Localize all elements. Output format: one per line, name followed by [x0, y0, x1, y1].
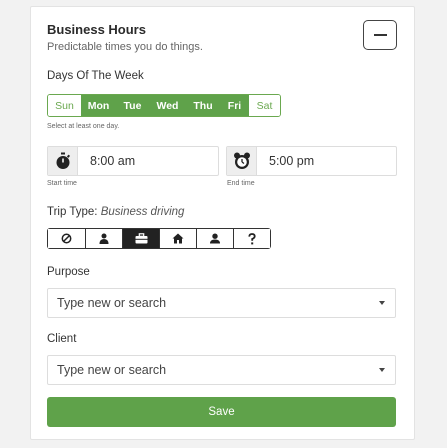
save-button[interactable]: Save: [47, 397, 396, 427]
question-icon: [248, 232, 256, 244]
alarm-clock-icon: [227, 147, 257, 175]
client-label: Client: [47, 333, 77, 345]
day-tue[interactable]: Tue: [116, 95, 149, 116]
trip-option-unknown[interactable]: [233, 229, 270, 248]
business-hours-card: Business Hours Predictable times you do …: [30, 6, 415, 440]
day-mon[interactable]: Mon: [81, 95, 116, 116]
collapse-button[interactable]: [363, 20, 397, 50]
days-hint: Select at least one day.: [47, 123, 120, 130]
minus-icon: [373, 34, 387, 36]
briefcase-icon: [135, 233, 147, 244]
start-time-caption: Start time: [47, 180, 77, 187]
home-icon: [172, 233, 184, 244]
day-fri[interactable]: Fri: [220, 95, 249, 116]
day-thu[interactable]: Thu: [186, 95, 220, 116]
person-icon: [99, 233, 109, 244]
purpose-label: Purpose: [47, 266, 90, 278]
days-label: Days Of The Week: [47, 70, 144, 82]
trip-option-business[interactable]: [122, 229, 159, 248]
purpose-placeholder: Type new or search: [57, 296, 167, 310]
trip-option-personal[interactable]: [85, 229, 122, 248]
client-placeholder: Type new or search: [57, 363, 167, 377]
day-wed[interactable]: Wed: [149, 95, 186, 116]
chevron-down-icon: [379, 301, 385, 305]
trip-type-value: Business driving: [100, 206, 185, 218]
start-time-field[interactable]: 8:00 am: [47, 146, 219, 176]
day-sun[interactable]: Sun: [48, 95, 81, 116]
trip-option-commute[interactable]: [196, 229, 233, 248]
commute-icon: [210, 233, 220, 244]
block-icon: [61, 233, 72, 244]
trip-type-label: Trip Type: Business driving: [47, 206, 184, 218]
days-of-week-toggle: Sun Mon Tue Wed Thu Fri Sat: [47, 94, 281, 117]
card-title: Business Hours: [47, 22, 146, 37]
client-select[interactable]: Type new or search: [47, 355, 396, 385]
trip-type-label-text: Trip Type:: [47, 206, 98, 218]
stopwatch-icon: [48, 147, 78, 175]
purpose-select[interactable]: Type new or search: [47, 288, 396, 318]
trip-option-commute-home[interactable]: [159, 229, 196, 248]
day-sat[interactable]: Sat: [249, 95, 280, 116]
chevron-down-icon: [379, 368, 385, 372]
start-time-value: 8:00 am: [90, 154, 136, 168]
end-time-value: 5:00 pm: [269, 154, 315, 168]
card-subtitle: Predictable times you do things.: [47, 41, 203, 53]
trip-option-none[interactable]: [48, 229, 85, 248]
end-time-field[interactable]: 5:00 pm: [226, 146, 397, 176]
end-time-caption: End time: [227, 180, 255, 187]
trip-type-selector: [47, 228, 271, 249]
